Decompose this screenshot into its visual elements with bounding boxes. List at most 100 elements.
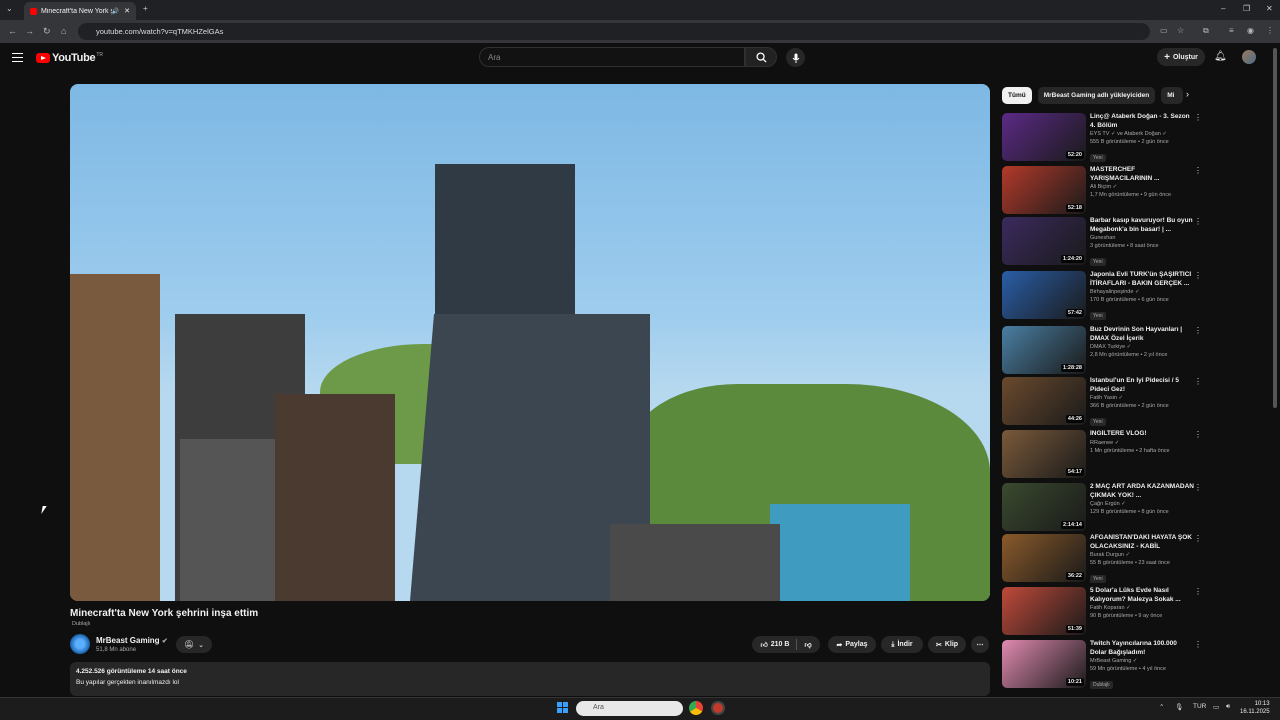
taskbar-search-input[interactable]: Ara (576, 701, 683, 716)
network-icon[interactable]: ▭ (1213, 703, 1219, 711)
profile-icon[interactable]: ◉ (1247, 26, 1254, 35)
recommendation-channel[interactable]: Çağrı Ergün ✓ (1090, 500, 1194, 508)
chevron-right-icon[interactable]: › (1186, 89, 1189, 99)
new-tab-icon[interactable]: + (143, 4, 148, 13)
menu-dots-icon[interactable]: ⋮ (1266, 26, 1274, 35)
recommendation-title[interactable]: 5 Dolar'a Lüks Evde Nasıl Kalıyorum? Mal… (1090, 587, 1194, 604)
recommendation-thumbnail[interactable]: 54:17 (1002, 430, 1086, 478)
like-button[interactable]: 👍︎ 210 B (760, 640, 789, 649)
download-button[interactable]: ⤓ İndir (881, 636, 923, 653)
recommendation-thumbnail[interactable]: 1:24:20 (1002, 217, 1086, 265)
recording-app-icon[interactable] (711, 701, 725, 715)
tab-list-icon[interactable]: ⌄ (6, 4, 13, 13)
recommendation-channel[interactable]: EYS TV ✓ ve Ataberk Doğan ✓ (1090, 130, 1194, 138)
volume-icon[interactable]: 🔊︎ (1226, 703, 1230, 711)
chip-all[interactable]: Tümü (1002, 87, 1032, 104)
notifications-bell-icon[interactable]: 🔔︎ (1214, 51, 1227, 62)
recommendation-item[interactable]: 1:28:28 Buz Devrinin Son Hayvanları | DMA… (1002, 326, 1208, 374)
recommendation-title[interactable]: AFGANİSTAN'DAKİ HAYATA ŞOK OLACAKSINIZ -… (1090, 534, 1194, 551)
more-options-icon[interactable]: ⋮ (1194, 271, 1202, 280)
chip-more[interactable]: Mi (1161, 87, 1184, 104)
voice-search-button[interactable] (786, 48, 805, 67)
recommendation-channel[interactable]: RRaenee ✓ (1090, 439, 1194, 447)
chrome-app-icon[interactable] (689, 701, 703, 715)
close-window-icon[interactable]: ✕ (1266, 4, 1273, 13)
notification-bell-button[interactable]: 🔕︎ ⌄ (176, 636, 212, 653)
chip-uploader[interactable]: MrBeast Gaming adlı yükleyiciden (1037, 87, 1156, 104)
browser-tab[interactable]: Minecraft'ta New York şehri... 🔊 ✕ (24, 2, 136, 20)
maximize-icon[interactable]: ❐ (1243, 4, 1250, 13)
recommendation-thumbnail[interactable]: 2:14:14 (1002, 483, 1086, 531)
recommendation-item[interactable]: 36:22 AFGANİSTAN'DAKİ HAYATA ŞOK OLACAKSI… (1002, 534, 1208, 583)
hamburger-menu-icon[interactable] (12, 53, 23, 62)
recommendation-title[interactable]: Twitch Yayıncılarına 100.000 Dolar Bağış… (1090, 640, 1194, 657)
microphone-tray-icon[interactable]: 🎙︎ (1175, 703, 1183, 711)
recommendation-channel[interactable]: Guneshan (1090, 234, 1194, 242)
clip-button[interactable]: ✂ Klip (928, 636, 966, 653)
recommendation-item[interactable]: 10:21 Twitch Yayıncılarına 100.000 Dolar … (1002, 640, 1208, 689)
more-options-icon[interactable]: ⋮ (1194, 534, 1202, 543)
recommendation-channel[interactable]: Birhayalinpeşinde ✓ (1090, 288, 1194, 296)
create-button[interactable]: + Oluştur (1157, 48, 1205, 66)
search-input[interactable]: Ara (479, 47, 745, 67)
more-options-icon[interactable]: ⋮ (1194, 377, 1202, 386)
search-button[interactable] (745, 47, 777, 67)
more-actions-button[interactable]: ⋯ (971, 636, 989, 653)
recommendation-item[interactable]: 44:26 İstanbul'un En İyi Pidecisi / 5 Pid… (1002, 377, 1208, 426)
channel-name[interactable]: MrBeast Gaming ✔ (96, 636, 168, 645)
recommendation-item[interactable]: 57:42 Japonla Evli TÜRK'ün ŞAŞIRTICI İTİR… (1002, 271, 1208, 320)
windows-start-icon[interactable] (557, 702, 568, 713)
recommendation-title[interactable]: Barbar kasıp kavuruyor! Bu oyun Megabonk… (1090, 217, 1194, 234)
extensions-icon[interactable]: ⧉ (1203, 26, 1209, 36)
bookmark-star-icon[interactable]: ☆ (1177, 26, 1184, 35)
recommendation-thumbnail[interactable]: 51:39 (1002, 587, 1086, 635)
more-options-icon[interactable]: ⋮ (1194, 483, 1202, 492)
forward-icon[interactable]: → (25, 26, 34, 36)
recommendation-thumbnail[interactable]: 36:22 (1002, 534, 1086, 582)
recommendation-title[interactable]: Buz Devrinin Son Hayvanları | DMAX Özel … (1090, 326, 1194, 343)
recommendation-channel[interactable]: DMAX Turkiye ✓ (1090, 343, 1194, 351)
recommendation-thumbnail[interactable]: 1:28:28 (1002, 326, 1086, 374)
recommendation-title[interactable]: MASTERCHEF YARIŞMACILARININ ... (1090, 166, 1194, 183)
more-options-icon[interactable]: ⋮ (1194, 430, 1202, 439)
recommendation-title[interactable]: Linç@ Ataberk Doğan - 3. Sezon 4. Bölüm (1090, 113, 1194, 130)
recommendation-item[interactable]: 54:17 İNGİLTERE VLOG! RRaenee ✓ 1 Mn görünt… (1002, 430, 1208, 478)
more-options-icon[interactable]: ⋮ (1194, 217, 1202, 226)
video-player[interactable] (70, 84, 990, 601)
recommendation-title[interactable]: Japonla Evli TÜRK'ün ŞAŞIRTICI İTİRAFLAR… (1090, 271, 1194, 288)
recommendation-channel[interactable]: MrBeast Gaming ✓ (1090, 657, 1194, 665)
address-bar[interactable]: youtube.com/watch?v=qTMKHZelGAs (78, 23, 1150, 40)
taskbar-clock[interactable]: 10:13 16.11.2025 (1240, 700, 1270, 716)
recommendation-thumbnail[interactable]: 52:18 (1002, 166, 1086, 214)
recommendation-item[interactable]: 51:39 5 Dolar'a Lüks Evde Nasıl Kalıyorum… (1002, 587, 1208, 635)
user-avatar[interactable] (1242, 50, 1256, 64)
page-scrollbar[interactable] (1273, 48, 1277, 408)
language-indicator[interactable]: TUR (1193, 703, 1206, 710)
recommendation-channel[interactable]: Fatih Koparan ✓ (1090, 604, 1194, 612)
more-options-icon[interactable]: ⋮ (1194, 587, 1202, 596)
recommendation-title[interactable]: 2 MAÇ ART ARDA KAZANMADAN ÇIKMAK YOK! ..… (1090, 483, 1194, 500)
dislike-button[interactable]: 👎︎ (804, 640, 811, 649)
recommendation-item[interactable]: 2:14:14 2 MAÇ ART ARDA KAZANMADAN ÇIKMAK … (1002, 483, 1208, 531)
share-button[interactable]: ➦ Paylaş (828, 636, 876, 653)
more-options-icon[interactable]: ⋮ (1194, 640, 1202, 649)
recommendation-thumbnail[interactable]: 57:42 (1002, 271, 1086, 319)
media-icon[interactable]: ≡ (1229, 26, 1234, 35)
tab-close-icon[interactable]: ✕ (124, 7, 130, 15)
tray-chevron-icon[interactable]: ⌃ (1159, 703, 1164, 711)
recommendation-title[interactable]: İstanbul'un En İyi Pidecisi / 5 Pideci G… (1090, 377, 1194, 394)
recommendation-channel[interactable]: Burak Durgun ✓ (1090, 551, 1194, 559)
recommendation-thumbnail[interactable]: 52:20 (1002, 113, 1086, 161)
reload-icon[interactable]: ↻ (43, 26, 51, 37)
more-options-icon[interactable]: ⋮ (1194, 113, 1202, 122)
recommendation-item[interactable]: 1:24:20 Barbar kasıp kavuruyor! Bu oyun M… (1002, 217, 1208, 266)
recommendation-title[interactable]: İNGİLTERE VLOG! (1090, 430, 1194, 439)
back-icon[interactable]: ← (8, 26, 17, 36)
recommendation-item[interactable]: 52:20 Linç@ Ataberk Doğan - 3. Sezon 4. B… (1002, 113, 1208, 162)
channel-avatar[interactable] (70, 634, 90, 654)
recommendation-thumbnail[interactable]: 10:21 (1002, 640, 1086, 688)
recommendation-channel[interactable]: Ali Biçim ✓ (1090, 183, 1194, 191)
description-box[interactable]: 4.252.526 görüntüleme 14 saat önce Bu ya… (70, 662, 990, 696)
recommendation-thumbnail[interactable]: 44:26 (1002, 377, 1086, 425)
minimize-icon[interactable]: – (1221, 4, 1225, 13)
